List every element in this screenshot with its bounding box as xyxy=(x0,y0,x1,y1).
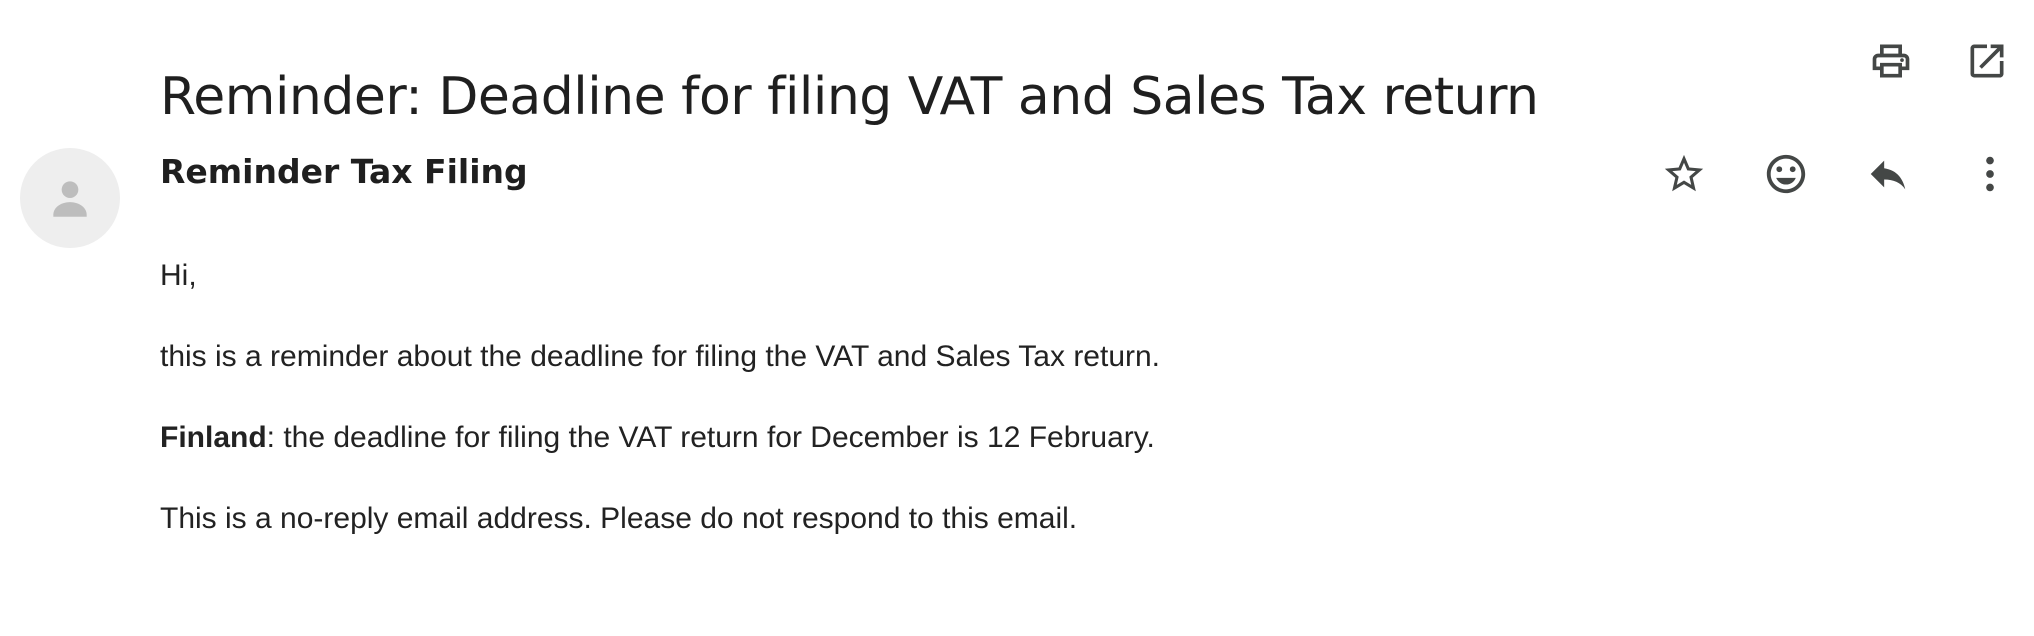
email-view: Reminder: Deadline for filing VAT and Sa… xyxy=(0,0,2034,636)
country-label: Finland xyxy=(160,421,267,454)
person-icon xyxy=(53,181,87,217)
email-body: Hi, this is a reminder about the deadlin… xyxy=(160,254,1160,578)
body-paragraph-1: this is a reminder about the deadline fo… xyxy=(160,340,1161,373)
print-icon xyxy=(1872,44,1910,78)
body-greeting: Hi, xyxy=(160,259,197,292)
deadline-text: : the deadline for filing the VAT return… xyxy=(266,421,1155,454)
body-paragraph-2: Finland: the deadline for filing the VAT… xyxy=(160,416,1160,460)
more-options-button[interactable] xyxy=(1966,150,2014,198)
open-in-new-window-button[interactable] xyxy=(1964,38,2010,84)
emoji-icon xyxy=(1766,154,1806,194)
open-in-new-icon xyxy=(1970,44,2004,78)
sender-name[interactable]: Reminder Tax Filing xyxy=(160,150,528,194)
message-actions xyxy=(1660,150,2014,198)
star-icon xyxy=(1664,154,1704,192)
email-subject: Reminder: Deadline for filing VAT and Sa… xyxy=(160,66,1539,127)
body-paragraph-3: This is a no-reply email address. Please… xyxy=(160,502,1078,535)
star-button[interactable] xyxy=(1660,150,1708,198)
more-vert-icon xyxy=(1986,156,1994,192)
add-reaction-button[interactable] xyxy=(1762,150,1810,198)
avatar[interactable] xyxy=(20,148,120,248)
reply-button[interactable] xyxy=(1864,150,1912,198)
print-button[interactable] xyxy=(1868,38,1914,84)
header-actions xyxy=(1868,38,2010,84)
reply-icon xyxy=(1870,160,1906,190)
